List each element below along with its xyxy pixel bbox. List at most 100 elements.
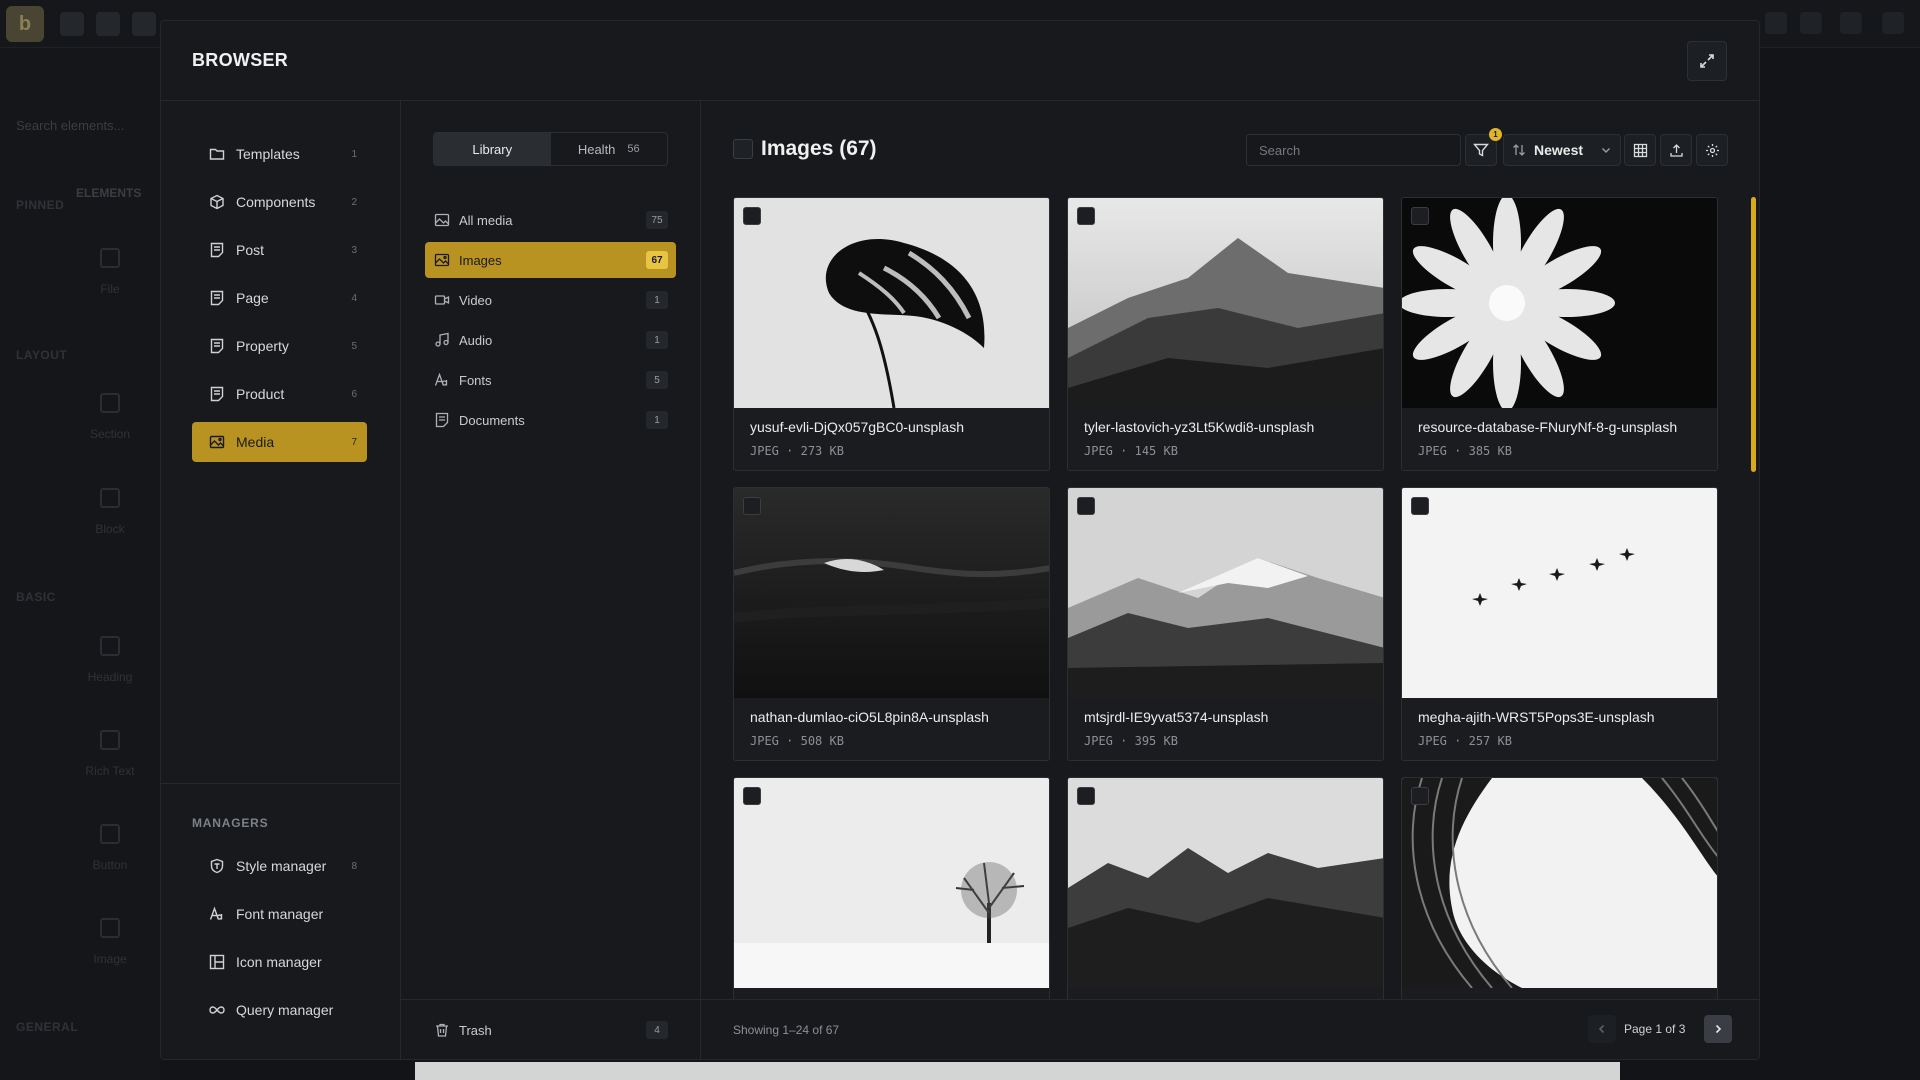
category-images[interactable]: Images 67 (425, 242, 676, 278)
media-card[interactable]: megha-ajith-WRST5Pops3E-unsplash JPEG · … (1401, 487, 1718, 761)
sort-select[interactable]: Newest (1503, 134, 1621, 166)
nav-label: Page (236, 290, 269, 306)
nav-item-post[interactable]: Post 3 (192, 230, 367, 270)
media-card[interactable]: yusuf-evli-DjQx057gBC0-unsplash JPEG · 2… (733, 197, 1050, 471)
grid-view-button[interactable] (1624, 134, 1656, 166)
file-name: resource-database-FNuryNf-8-g-unsplash (1418, 419, 1678, 435)
media-card[interactable] (1067, 777, 1384, 999)
rich-text-icon (100, 730, 120, 750)
category-count: 5 (646, 371, 668, 389)
trash-icon (433, 1021, 451, 1039)
elements-sidebar: Search elements... ELEMENTS PINNED LAYOU… (0, 48, 160, 1080)
nav-item-page[interactable]: Page 4 (192, 278, 367, 318)
section-icon (100, 393, 120, 413)
search-input[interactable]: Search (1246, 134, 1461, 166)
previous-page-button[interactable] (1588, 1015, 1616, 1043)
nav-item-product[interactable]: Product 6 (192, 374, 367, 414)
chevron-right-icon (1715, 1024, 1722, 1034)
nav-item-query-manager[interactable]: Query manager (192, 990, 367, 1030)
element-item: Button (80, 824, 140, 872)
element-item: Heading (80, 636, 140, 684)
filter-button[interactable]: 1 (1465, 128, 1502, 166)
nav-item-font-manager[interactable]: Font manager (192, 894, 367, 934)
nav-item-media[interactable]: Media 7 (192, 422, 367, 462)
managers-heading: MANAGERS (192, 816, 269, 830)
media-card[interactable]: nathan-dumlao-ciO5L8pin8A-unsplash JPEG … (733, 487, 1050, 761)
button-icon (100, 824, 120, 844)
grid-icon (1633, 143, 1647, 157)
nav-label: Templates (236, 146, 300, 162)
modal-title: BROWSER (192, 50, 289, 70)
nav-label: Media (236, 434, 275, 450)
card-checkbox[interactable] (743, 497, 761, 515)
nav-item-templates[interactable]: Templates 1 (192, 134, 367, 174)
expand-button[interactable] (1687, 41, 1727, 81)
app-logo: b (6, 6, 44, 42)
category-label: Audio (459, 332, 493, 348)
media-card[interactable]: resource-database-FNuryNf-8-g-unsplash J… (1401, 197, 1718, 471)
shield-icon (208, 857, 226, 875)
file-icon (100, 248, 120, 268)
file-meta: JPEG · 273 KB (750, 444, 844, 458)
filter-count-badge: 1 (1489, 128, 1502, 141)
tab-health[interactable]: Health 56 (551, 133, 668, 165)
file-meta: JPEG · 145 KB (1084, 444, 1178, 458)
tab-library[interactable]: Library (434, 133, 551, 165)
card-checkbox[interactable] (1077, 497, 1095, 515)
nav-item-components[interactable]: Components 2 (192, 182, 367, 222)
nav-item-property[interactable]: Property 5 (192, 326, 367, 366)
card-checkbox[interactable] (1411, 787, 1429, 805)
category-label: Fonts (459, 372, 492, 388)
category-fonts[interactable]: Fonts 5 (425, 362, 676, 398)
category-trash[interactable]: Trash 4 (425, 1012, 676, 1048)
card-checkbox[interactable] (1077, 787, 1095, 805)
media-grid: yusuf-evli-DjQx057gBC0-unsplash JPEG · 2… (733, 197, 1743, 999)
media-card[interactable] (733, 777, 1050, 999)
nav-label: Style manager (236, 858, 327, 874)
next-page-button[interactable] (1704, 1015, 1732, 1043)
media-card[interactable]: mtsjrdl-IE9yvat5374-unsplash JPEG · 395 … (1067, 487, 1384, 761)
category-audio[interactable]: Audio 1 (425, 322, 676, 358)
infinity-icon (208, 1001, 226, 1019)
file-type: JPEG (1418, 444, 1447, 458)
media-card[interactable] (1401, 777, 1718, 999)
card-checkbox[interactable] (743, 207, 761, 225)
nav-label: Product (236, 386, 285, 402)
category-count: 67 (646, 251, 668, 269)
heading-icon (100, 636, 120, 656)
element-item: Rich Text (80, 730, 140, 778)
category-label: Video (459, 292, 493, 308)
category-count: 1 (646, 291, 668, 309)
nav-item-style-manager[interactable]: Style manager 8 (192, 846, 367, 886)
nav-item-icon-manager[interactable]: Icon manager (192, 942, 367, 982)
card-checkbox[interactable] (743, 787, 761, 805)
image-icon (100, 918, 120, 938)
group-label: LAYOUT (16, 348, 68, 362)
sort-label: Newest (1534, 142, 1584, 158)
settings-button[interactable] (1696, 134, 1728, 166)
tab-label: Health (577, 141, 616, 157)
grid-scrollbar[interactable] (1751, 197, 1756, 472)
category-all-media[interactable]: All media 75 (425, 202, 676, 238)
select-all-checkbox[interactable] (733, 139, 753, 159)
category-count: 1 (646, 331, 668, 349)
close-icon (1882, 12, 1904, 34)
upload-button[interactable] (1660, 134, 1692, 166)
media-card[interactable]: tyler-lastovich-yz3Lt5Kwdi8-unsplash JPE… (1067, 197, 1384, 471)
file-size: 273 KB (800, 444, 844, 458)
divider (701, 999, 1759, 1000)
folder-icon (96, 12, 120, 36)
category-video[interactable]: Video 1 (425, 282, 676, 318)
chevron-left-icon (1598, 1024, 1605, 1034)
group-label: GENERAL (16, 1020, 79, 1034)
thumbnail-leaf (734, 198, 1049, 408)
card-checkbox[interactable] (1077, 207, 1095, 225)
card-checkbox[interactable] (1411, 497, 1429, 515)
file-name: yusuf-evli-DjQx057gBC0-unsplash (750, 419, 964, 435)
element-item: File (80, 248, 140, 296)
category-documents[interactable]: Documents 1 (425, 402, 676, 438)
library-health-toggle: Library Health 56 (433, 132, 668, 166)
image-icon (208, 433, 226, 451)
card-checkbox[interactable] (1411, 207, 1429, 225)
category-count: 75 (646, 211, 668, 229)
